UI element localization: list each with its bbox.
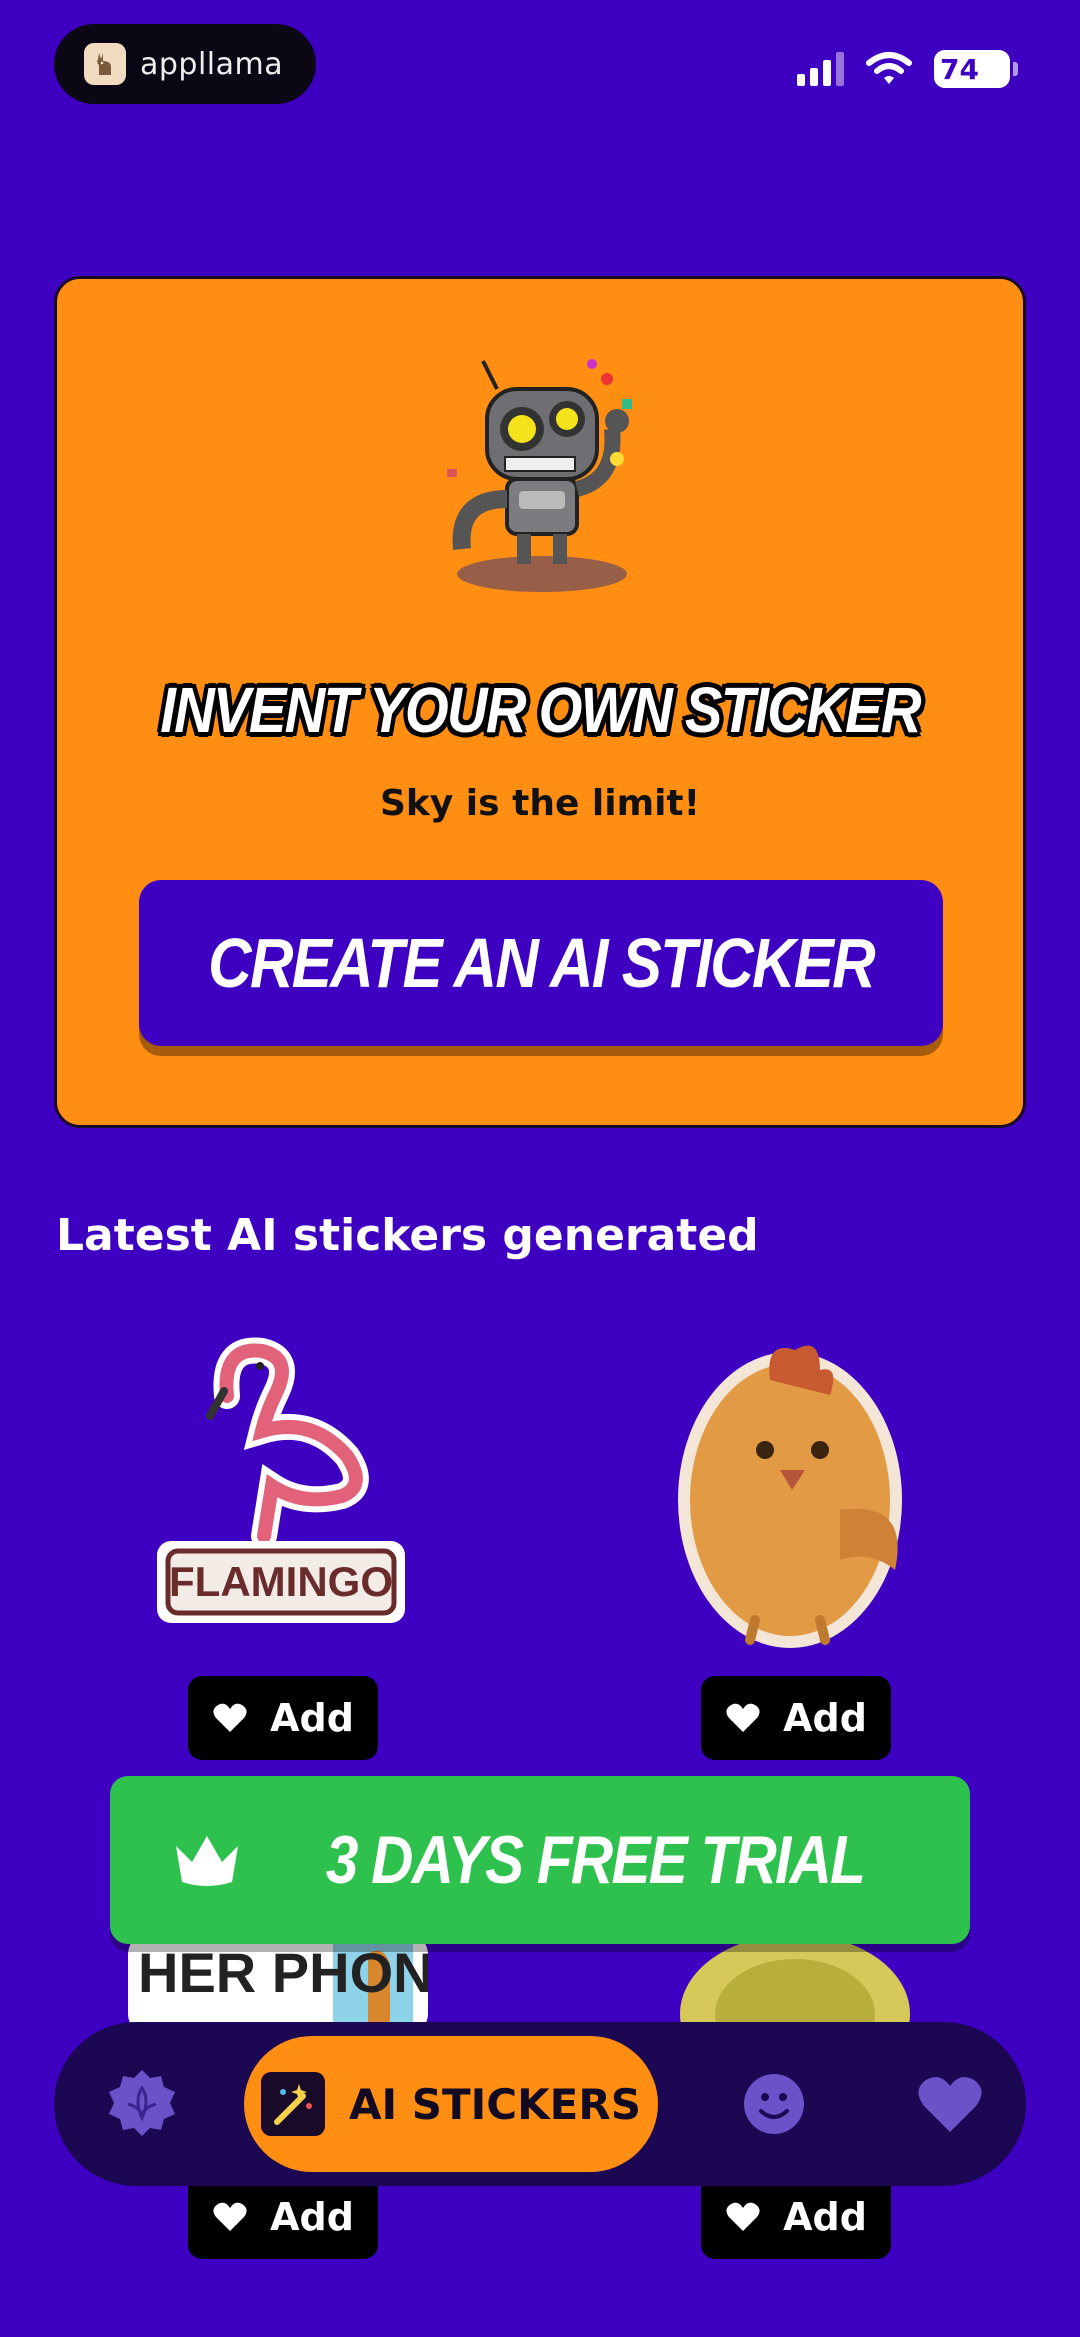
heart-icon <box>213 1703 247 1732</box>
hero-subtitle: Sky is the limit! <box>379 783 701 824</box>
heart-icon <box>726 2202 760 2231</box>
llama-logo-icon <box>84 43 126 85</box>
her-phone-sticker[interactable]: HER PHONE <box>128 1944 428 2024</box>
badge-icon <box>109 2070 175 2136</box>
crown-icon <box>176 1836 239 1886</box>
section-title: Latest AI stickers generated <box>56 1210 759 1261</box>
add-label: Add <box>783 2195 867 2239</box>
flamingo-icon: FLAMINGO <box>157 1337 405 1623</box>
free-trial-button[interactable]: 3 DAYS FREE TRIAL <box>110 1776 970 1944</box>
magic-wand-icon <box>261 2072 326 2136</box>
her-phone-sticker-art: HER PHONE <box>128 1944 428 2024</box>
brand-pill[interactable]: appllama <box>54 24 316 104</box>
chicken-sticker[interactable] <box>670 1320 930 1648</box>
chicken-icon <box>678 1345 902 1648</box>
wifi-icon <box>866 52 912 84</box>
nav-item-badges[interactable] <box>82 2022 202 2186</box>
add-button[interactable]: Add <box>188 1676 378 1760</box>
status-icons: 74 <box>797 50 1018 88</box>
bottom-nav: AI STICKERS <box>54 2022 1026 2186</box>
free-trial-label: 3 DAYS FREE TRIAL <box>325 1822 866 1898</box>
hero-title: INVENT YOUR OWN STICKER <box>160 674 921 746</box>
nav-item-emoji[interactable] <box>714 2022 834 2186</box>
nav-item-ai-stickers[interactable]: AI STICKERS <box>244 2036 658 2172</box>
frog-icon <box>680 1944 910 2024</box>
smiley-icon <box>744 2074 804 2134</box>
hero-card: INVENT YOUR OWN STICKER Sky is the limit… <box>54 276 1026 1128</box>
heart-icon <box>726 1703 760 1732</box>
brand-name: appllama <box>140 46 284 82</box>
her-phone-text: HER PHONE <box>138 1944 428 2004</box>
add-label: Add <box>270 2195 354 2239</box>
create-ai-sticker-button[interactable]: CREATE AN AI STICKER <box>139 880 943 1046</box>
nav-item-favorites[interactable] <box>890 2022 1010 2186</box>
add-button[interactable]: Add <box>701 2175 891 2259</box>
flamingo-badge-text: FLAMINGO <box>169 1558 393 1605</box>
battery-icon: 74 <box>934 50 1018 88</box>
frog-sticker[interactable] <box>660 1944 920 2024</box>
heart-icon <box>918 2077 982 2132</box>
add-button[interactable]: Add <box>188 2175 378 2259</box>
create-ai-sticker-label: CREATE AN AI STICKER <box>208 924 875 1002</box>
signal-icon <box>797 52 844 86</box>
add-label: Add <box>783 1696 867 1740</box>
robot-illustration <box>447 359 632 592</box>
nav-ai-stickers-label: AI STICKERS <box>349 2079 641 2129</box>
flamingo-sticker[interactable]: FLAMINGO <box>152 1336 412 1636</box>
add-label: Add <box>270 1696 354 1740</box>
battery-level: 74 <box>940 52 979 86</box>
heart-icon <box>213 2202 247 2231</box>
add-button[interactable]: Add <box>701 1676 891 1760</box>
